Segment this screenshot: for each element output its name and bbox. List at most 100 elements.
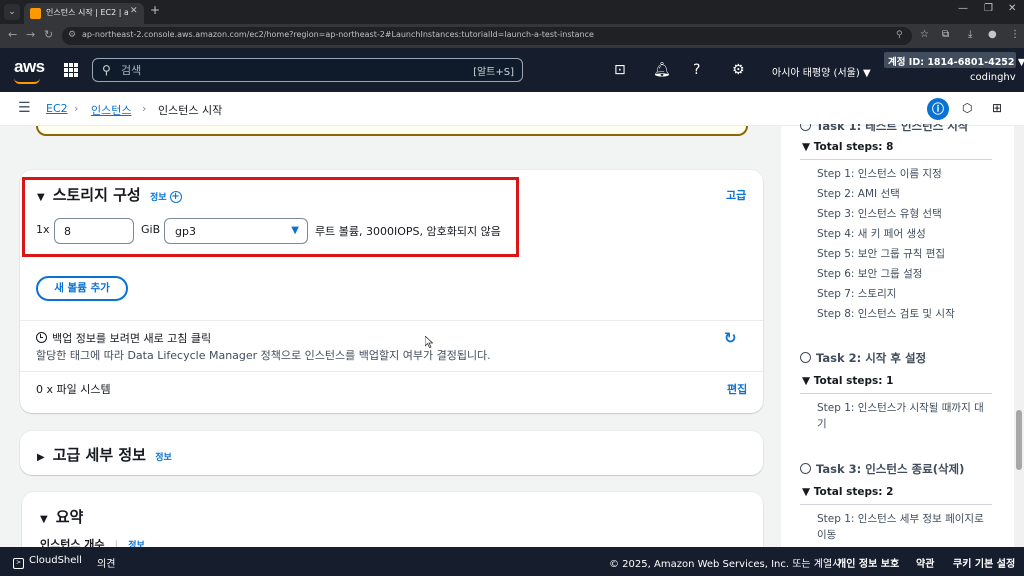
- minimize-icon[interactable]: —: [958, 3, 968, 14]
- volume-type-select[interactable]: gp3 ▼: [164, 218, 308, 244]
- breadcrumb-current: 인스턴스 시작: [158, 104, 223, 117]
- task3-steps-toggle[interactable]: ▼ Total steps: 2: [802, 486, 893, 498]
- task1-steps-divider: [800, 159, 992, 160]
- terms-link[interactable]: 약관: [916, 555, 934, 570]
- copyright-text: © 2025, Amazon Web Services, Inc. 또는 계열사…: [609, 559, 845, 570]
- scrollbar-thumb[interactable]: [1016, 410, 1022, 470]
- tab-title: 인스턴스 시작 | EC2 | ap-north: [46, 8, 128, 17]
- task3-steps-divider: [800, 504, 992, 505]
- browser-tab-bar: ⌄ 인스턴스 시작 | EC2 | ap-north ✕ + — ❐ ✕: [0, 0, 1024, 24]
- task1-step-7[interactable]: Step 7: 스토리지: [817, 286, 896, 303]
- task2-step-1-line2[interactable]: 기: [817, 416, 827, 433]
- site-info-icon[interactable]: ⚙: [68, 30, 76, 40]
- username[interactable]: codinghv: [970, 72, 1016, 83]
- tab-search-icon[interactable]: ⌄: [4, 4, 20, 20]
- info-panel-icon[interactable]: ⓘ: [927, 98, 949, 120]
- forward-icon[interactable]: →: [26, 28, 35, 41]
- instance-count-label: 인스턴스 개수 | 정보: [40, 536, 145, 547]
- volume-multiplier: 1x: [36, 223, 50, 236]
- feedback-panel-icon[interactable]: ⊞: [992, 101, 1002, 115]
- task3-title[interactable]: Task 3: 인스턴스 종료(삭제): [800, 461, 964, 477]
- clock-icon: [800, 352, 811, 363]
- search-icon: ⚲: [102, 63, 111, 77]
- services-grid-icon[interactable]: [64, 63, 78, 77]
- notifications-bell-icon[interactable]: 🔔︎: [653, 62, 671, 78]
- task3-step-1-line1[interactable]: Step 1: 인스턴스 세부 정보 페이지로: [817, 511, 984, 528]
- storage-advanced-link[interactable]: 고급: [726, 187, 746, 203]
- advanced-details-info-link[interactable]: 정보: [155, 453, 172, 463]
- tab-close-icon[interactable]: ✕: [130, 6, 138, 16]
- cloudshell-button[interactable]: > CloudShell: [13, 555, 82, 569]
- download-icon[interactable]: ⤓: [968, 29, 972, 40]
- task1-step-4[interactable]: Step 4: 새 키 페어 생성: [817, 226, 926, 243]
- divider: [20, 371, 763, 372]
- search-box[interactable]: ⚲ [알트+S]: [92, 58, 523, 82]
- advanced-details-title[interactable]: ▶ 고급 세부 정보 정보: [37, 444, 172, 465]
- url-text: ap-northeast-2.console.aws.amazon.com/ec…: [82, 30, 594, 39]
- aws-logo[interactable]: aws: [14, 57, 45, 77]
- console-footer: > CloudShell 의견 © 2025, Amazon Web Servic…: [0, 547, 1024, 576]
- cloudshell-icon: >: [13, 558, 24, 569]
- summary-title[interactable]: ▼ 요약: [40, 506, 83, 527]
- window-close-icon[interactable]: ✕: [1008, 3, 1016, 14]
- reload-icon[interactable]: ↻: [44, 28, 53, 41]
- browser-tab[interactable]: 인스턴스 시작 | EC2 | ap-north ✕: [24, 3, 144, 24]
- url-field[interactable]: ⚙ ap-northeast-2.console.aws.amazon.com/…: [62, 27, 912, 45]
- back-icon[interactable]: ←: [8, 28, 17, 41]
- chrome-menu-icon[interactable]: ⋮: [1010, 29, 1020, 40]
- notifications-panel-icon[interactable]: ⬡: [962, 101, 972, 115]
- task2-steps-divider: [800, 393, 992, 394]
- clock-icon: [800, 463, 811, 474]
- settings-gear-icon[interactable]: ⚙: [732, 62, 745, 78]
- clock-icon: [36, 332, 47, 343]
- task3-step-1-line2[interactable]: 이동: [817, 527, 836, 544]
- bookmark-star-icon[interactable]: ☆: [920, 29, 929, 40]
- task2-title[interactable]: Task 2: 시작 후 설정: [800, 350, 926, 366]
- task1-step-8[interactable]: Step 8: 인스턴스 검토 및 시작: [817, 306, 955, 323]
- volume-size-input[interactable]: [54, 218, 134, 244]
- task2-step-1-line1[interactable]: Step 1: 인스턴스가 시작될 때까지 대: [817, 400, 984, 417]
- breadcrumb-separator-icon: ›: [74, 102, 79, 115]
- task2-steps-toggle[interactable]: ▼ Total steps: 1: [802, 375, 893, 387]
- breadcrumb-instances[interactable]: 인스턴스: [91, 102, 131, 118]
- tutorial-scrollbar[interactable]: [1014, 126, 1024, 547]
- main-content: ▼스토리지 구성 정보+ 고급 1x GiB gp3 ▼ 루트 볼륨, 3000…: [0, 126, 781, 547]
- file-systems-edit-link[interactable]: 편집: [727, 381, 747, 397]
- side-nav-menu-icon[interactable]: ☰: [18, 100, 31, 116]
- expand-caret-icon: ▶: [37, 452, 45, 463]
- previous-section-box: [36, 126, 748, 136]
- new-tab-icon[interactable]: +: [150, 3, 160, 17]
- cookie-preferences-link[interactable]: 쿠키 기본 설정: [953, 555, 1015, 570]
- breadcrumb-ec2[interactable]: EC2: [46, 102, 68, 115]
- maximize-icon[interactable]: ❐: [984, 3, 993, 14]
- cloudshell-icon[interactable]: ⊡: [614, 62, 626, 78]
- help-icon[interactable]: ?: [693, 62, 700, 78]
- browser-address-bar: ← → ↻ ⚙ ap-northeast-2.console.aws.amazo…: [0, 24, 1024, 48]
- refresh-icon[interactable]: ↻: [724, 329, 737, 347]
- file-systems-count: 0 x 파일 시스템: [36, 383, 111, 396]
- caret-down-icon: ▼: [291, 225, 299, 236]
- volume-unit: GiB: [141, 223, 161, 236]
- zoom-icon[interactable]: ⚲: [896, 30, 903, 40]
- add-volume-button[interactable]: 새 볼륨 추가: [36, 276, 128, 301]
- task1-step-1[interactable]: Step 1: 인스턴스 이름 지정: [817, 166, 942, 183]
- collapse-caret-icon: ▼: [40, 514, 48, 525]
- region-selector[interactable]: 아시아 태평양 (서울) ▼: [772, 64, 871, 79]
- volume-description: 루트 볼륨, 3000IOPS, 암호화되지 않음: [315, 225, 501, 238]
- mouse-cursor-icon: [425, 336, 433, 348]
- account-id-menu[interactable]: 계정 ID: 1814-6801-4252 ▼: [884, 52, 1024, 68]
- task1-steps-toggle[interactable]: ▼ Total steps: 8: [802, 141, 893, 153]
- task1-step-5[interactable]: Step 5: 보안 그룹 규칙 편집: [817, 246, 945, 263]
- extensions-icon[interactable]: ⧉: [942, 29, 949, 40]
- aws-console-header: aws ⚲ [알트+S] ⊡ 🔔︎ ? ⚙ 아시아 태평양 (서울) ▼: [0, 48, 1024, 92]
- privacy-link[interactable]: 개인 정보 보호: [837, 555, 899, 570]
- feedback-link[interactable]: 의견: [97, 555, 115, 570]
- search-input[interactable]: [121, 61, 451, 79]
- breadcrumb-bar: ☰ EC2 › 인스턴스 › 인스턴스 시작 ⓘ ⬡ ⊞: [0, 92, 1024, 126]
- task1-step-2[interactable]: Step 2: AMI 선택: [817, 186, 900, 203]
- task1-step-6[interactable]: Step 6: 보안 그룹 설정: [817, 266, 922, 283]
- divider: [20, 320, 763, 321]
- profile-icon[interactable]: ●: [988, 29, 997, 40]
- task1-step-3[interactable]: Step 3: 인스턴스 유형 선택: [817, 206, 942, 223]
- volume-type-value: gp3: [175, 225, 196, 238]
